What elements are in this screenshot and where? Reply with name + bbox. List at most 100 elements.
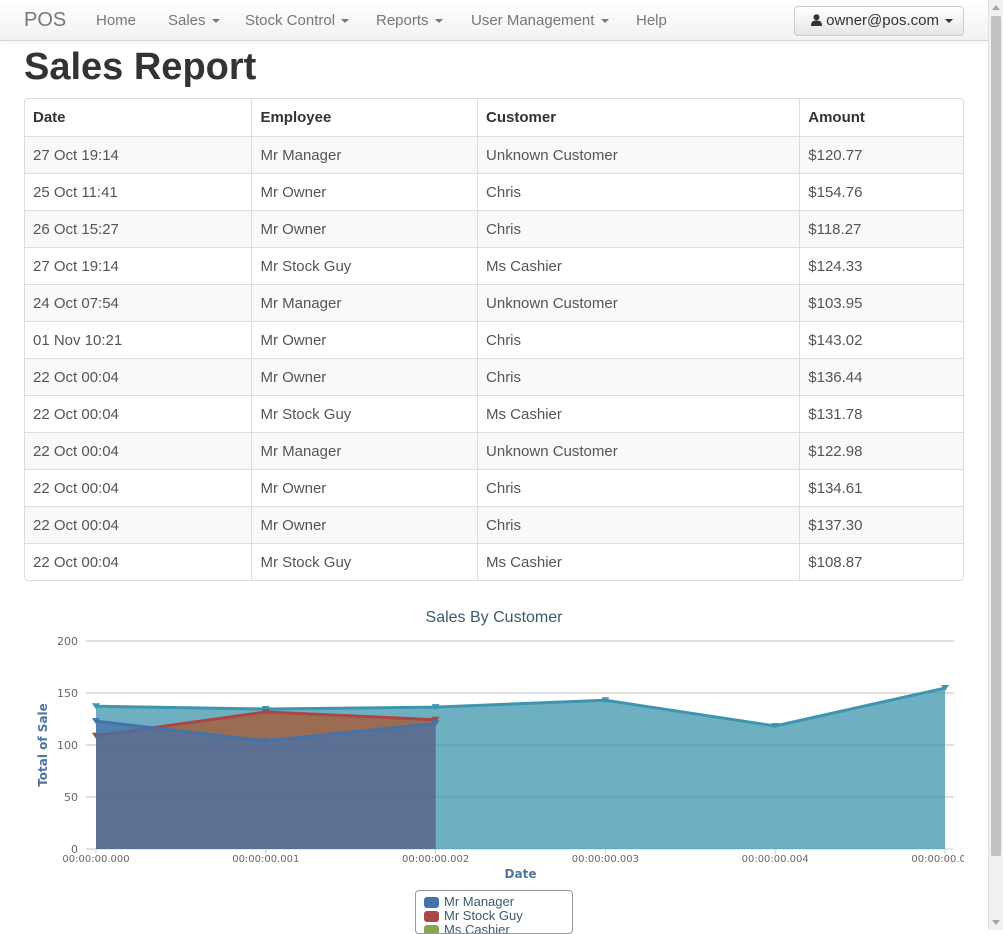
cell-amount: $124.33 (799, 247, 963, 284)
cell-customer: Ms Cashier (477, 395, 800, 432)
cell-employee: Mr Owner (251, 358, 478, 395)
page-scrollbar[interactable] (988, 0, 1003, 930)
cell-customer: Chris (477, 173, 800, 210)
cell-amount: $122.98 (799, 432, 963, 469)
legend-label: Mr Stock Guy (444, 908, 523, 923)
cell-date: 22 Oct 00:04 (25, 469, 252, 506)
caret-down-icon (600, 19, 609, 24)
cell-employee: Mr Manager (251, 136, 478, 173)
nav-user-management[interactable]: User Management (471, 12, 609, 29)
cell-amount: $137.30 (799, 506, 963, 543)
cell-amount: $131.78 (799, 395, 963, 432)
cell-customer: Chris (477, 506, 800, 543)
x-tick-label: 00:00:00.002 (402, 854, 469, 865)
table-row: 22 Oct 00:04 Mr Owner Chris $134.61 (25, 469, 963, 506)
sales-by-customer-chart: Sales By Customer 0 50 100 150 200 00:00:00.0… (24, 600, 964, 934)
scroll-up-arrow-icon[interactable] (992, 5, 1000, 10)
legend-item[interactable]: Mr Stock Guy (424, 909, 572, 923)
cell-customer: Chris (477, 321, 800, 358)
table-row: 22 Oct 00:04 Mr Owner Chris $136.44 (25, 358, 963, 395)
x-tick-label: 00:00:00.005 (911, 854, 964, 865)
x-axis-title: Date (505, 867, 537, 881)
column-header-date: Date (33, 109, 66, 126)
table-row: 22 Oct 00:04 Mr Stock Guy Ms Cashier $108.8… (25, 543, 963, 580)
y-tick-label: 150 (57, 687, 78, 700)
scrollbar-thumb[interactable] (991, 16, 1001, 856)
cell-date: 26 Oct 15:27 (25, 210, 252, 247)
brand-link[interactable]: POS (24, 9, 66, 32)
table-row: 26 Oct 15:27 Mr Owner Chris $118.27 (25, 210, 963, 247)
cell-employee: Mr Stock Guy (251, 395, 478, 432)
cell-customer: Ms Cashier (477, 247, 800, 284)
x-tick-label: 00:00:00.004 (742, 854, 809, 865)
scroll-down-arrow-icon[interactable] (992, 920, 1000, 925)
cell-employee: Mr Owner (251, 506, 478, 543)
table-row: 22 Oct 00:04 Mr Owner Chris $137.30 (25, 506, 963, 543)
legend-swatch (424, 911, 439, 923)
y-tick-label: 50 (64, 791, 78, 804)
table-header-row: Date Employee Customer Amount (25, 99, 963, 136)
cell-amount: $108.87 (799, 543, 963, 580)
cell-amount: $136.44 (799, 358, 963, 395)
cell-employee: Mr Manager (251, 432, 478, 469)
nav-sales[interactable]: Sales (168, 12, 220, 29)
table-row: 27 Oct 19:14 Mr Manager Unknown Customer $1… (25, 136, 963, 173)
chart-plot: 05010015020000:00:00.000 00:00:00.001 00:0… (36, 635, 964, 881)
table-row: 22 Oct 00:04 Mr Stock Guy Ms Cashier $131.7… (25, 395, 963, 432)
cell-amount: $103.95 (799, 284, 963, 321)
cell-customer: Chris (477, 358, 800, 395)
nav-stock-control[interactable]: Stock Control (245, 12, 350, 29)
legend-item[interactable]: Mr Manager (424, 895, 572, 909)
nav-home[interactable]: Home (96, 12, 136, 29)
cell-date: 22 Oct 00:04 (25, 432, 252, 469)
cell-customer: Chris (477, 469, 800, 506)
column-header-employee: Employee (251, 99, 477, 136)
cell-amount: $120.77 (799, 136, 963, 173)
x-tick-label: 00:00:00.000 (62, 854, 129, 865)
nav-help-label: Help (636, 12, 667, 29)
table-row: 24 Oct 07:54 Mr Manager Unknown Customer $1… (25, 284, 963, 321)
nav-home-label: Home (96, 12, 137, 29)
navbar: POS Home Sales Stock Control Reports Use… (0, 0, 988, 41)
y-tick-label: 200 (57, 635, 78, 648)
user-email: owner@pos.com (826, 12, 939, 29)
nav-reports[interactable]: Reports (376, 12, 443, 29)
table-row: 22 Oct 00:04 Mr Manager Unknown Customer $1… (25, 432, 963, 469)
caret-down-icon (434, 19, 443, 24)
table-body: 27 Oct 19:14 Mr Manager Unknown Customer $1… (25, 136, 963, 580)
nav-reports-label: Reports (376, 12, 429, 29)
cell-employee: Mr Manager (251, 284, 478, 321)
table-row: 01 Nov 10:21 Mr Owner Chris $143.02 (25, 321, 963, 358)
caret-down-icon (211, 19, 220, 24)
legend-item[interactable]: Ms Cashier (424, 923, 572, 933)
cell-customer: Unknown Customer (477, 432, 800, 469)
cell-amount: $154.76 (799, 173, 963, 210)
cell-date: 24 Oct 07:54 (25, 284, 252, 321)
nav-user-management-label: User Management (471, 12, 595, 29)
user-icon (811, 14, 822, 26)
cell-date: 25 Oct 11:41 (25, 173, 252, 210)
column-header-amount: Amount (799, 99, 963, 136)
cell-date: 27 Oct 19:14 (25, 247, 252, 284)
legend-label: Mr Manager (444, 894, 515, 909)
user-menu-button[interactable]: owner@pos.com (794, 6, 964, 36)
cell-date: 22 Oct 00:04 (25, 543, 252, 580)
cell-date: 27 Oct 19:14 (25, 136, 252, 173)
cell-date: 22 Oct 00:04 (25, 395, 252, 432)
nav-stock-control-label: Stock Control (245, 12, 336, 29)
cell-date: 22 Oct 00:04 (25, 358, 252, 395)
cell-employee: Mr Stock Guy (251, 247, 478, 284)
x-tick-label: 00:00:00.003 (572, 854, 639, 865)
cell-date: 01 Nov 10:21 (25, 321, 252, 358)
column-header-customer: Customer (477, 99, 799, 136)
cell-amount: $118.27 (799, 210, 963, 247)
caret-down-icon (945, 19, 954, 24)
caret-down-icon (341, 19, 350, 24)
x-tick-label: 00:00:00.001 (232, 854, 299, 865)
sales-table: Date Employee Customer Amount 27 Oct 19:… (24, 98, 964, 581)
cell-employee: Mr Owner (251, 321, 478, 358)
legend-swatch (424, 897, 439, 909)
table-row: 25 Oct 11:41 Mr Owner Chris $154.76 (25, 173, 963, 210)
nav-help[interactable]: Help (636, 12, 667, 29)
cell-employee: Mr Stock Guy (251, 543, 478, 580)
